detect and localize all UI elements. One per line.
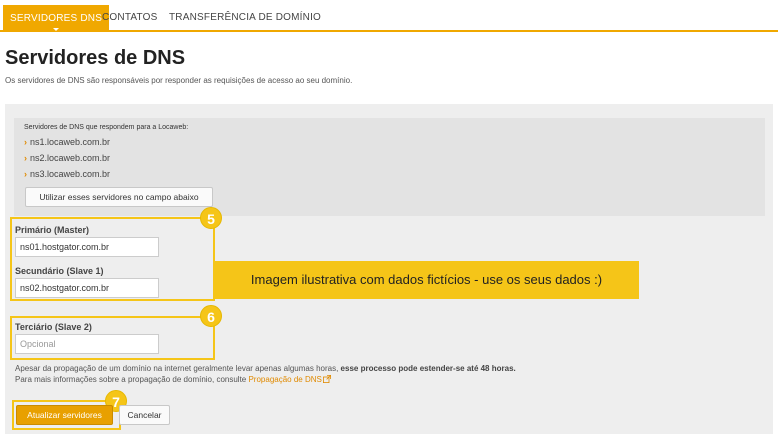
- list-item: › ns3.locaweb.com.br: [24, 169, 111, 179]
- locaweb-servers-title: Servidores de DNS que respondem para a L…: [24, 124, 189, 131]
- primary-dns-input[interactable]: [15, 237, 159, 257]
- tab-label: SERVIDORES DNS: [10, 13, 103, 24]
- cancel-button[interactable]: Cancelar: [119, 405, 170, 425]
- secondary-dns-input[interactable]: [15, 278, 159, 298]
- update-servers-button[interactable]: Atualizar servidores: [16, 405, 113, 425]
- dns-propagation-link[interactable]: Propagação de DNS: [248, 375, 331, 384]
- page-description: Os servidores de DNS são responsáveis po…: [5, 76, 353, 85]
- step-badge: 6: [200, 305, 222, 327]
- caret-down-icon: [53, 28, 60, 31]
- propagation-warning: esse processo pode estender-se até 48 ho…: [340, 364, 516, 373]
- tab-servidores-dns[interactable]: SERVIDORES DNS: [3, 5, 110, 32]
- tab-contatos[interactable]: CONTATOS: [102, 6, 158, 32]
- chevron-right-icon: ›: [24, 153, 27, 163]
- secondary-label: Secundário (Slave 1): [15, 266, 104, 276]
- step-badge: 5: [200, 207, 222, 229]
- tab-label: TRANSFERÊNCIA DE DOMÍNIO: [169, 12, 322, 23]
- chevron-right-icon: ›: [24, 169, 27, 179]
- illustration-notice: Imagem ilustrativa com dados fictícios -…: [214, 261, 639, 299]
- tab-bar: SERVIDORES DNS CONTATOS TRANSFERÊNCIA DE…: [0, 0, 778, 32]
- list-item: › ns1.locaweb.com.br: [24, 137, 111, 147]
- tertiary-dns-input[interactable]: [15, 334, 159, 354]
- tertiary-label: Terciário (Slave 2): [15, 322, 92, 332]
- primary-label: Primário (Master): [15, 225, 90, 235]
- tab-transferencia-dominio[interactable]: TRANSFERÊNCIA DE DOMÍNIO: [169, 6, 321, 32]
- list-item: › ns2.locaweb.com.br: [24, 153, 111, 163]
- propagation-more-info: Para mais informações sobre a propagação…: [15, 375, 331, 384]
- use-locaweb-servers-button[interactable]: Utilizar esses servidores no campo abaix…: [25, 187, 213, 207]
- chevron-right-icon: ›: [24, 137, 27, 147]
- page-title: Servidores de DNS: [5, 47, 186, 69]
- external-link-icon: [322, 375, 331, 383]
- tab-label: CONTATOS: [102, 12, 158, 23]
- propagation-info: Apesar da propagação de um domínio na in…: [15, 364, 516, 373]
